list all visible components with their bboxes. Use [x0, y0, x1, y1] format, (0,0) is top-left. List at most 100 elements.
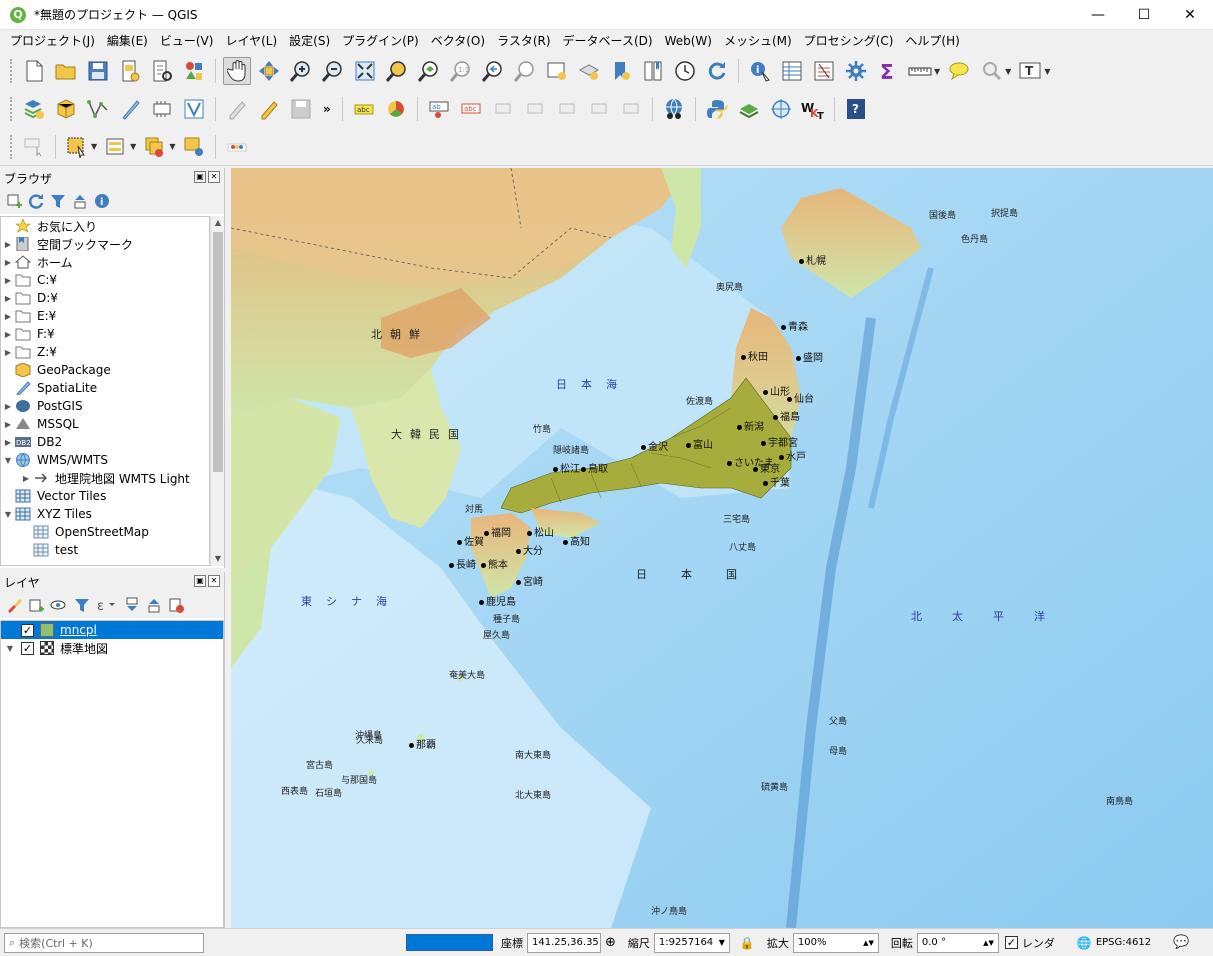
show-hide-labels-icon[interactable]: [521, 95, 549, 123]
deselect-features-icon[interactable]: [141, 133, 169, 161]
coordinate-field[interactable]: 141.25,36.35: [527, 932, 601, 953]
menu-vector[interactable]: ベクタ(O): [425, 30, 491, 52]
zoom-native-icon[interactable]: 1:1: [447, 57, 475, 85]
help-icon[interactable]: ?: [842, 95, 870, 123]
refresh-icon[interactable]: [703, 57, 731, 85]
measure-line-icon[interactable]: [906, 57, 934, 85]
float-panel-icon[interactable]: ▣: [194, 575, 206, 587]
browser-item[interactable]: ▶ PostGIS: [1, 397, 209, 415]
minimize-button[interactable]: —: [1075, 0, 1121, 30]
diagram-options-icon[interactable]: [382, 95, 410, 123]
browser-item[interactable]: ▶ ホーム: [1, 253, 209, 271]
menu-settings[interactable]: 設定(S): [283, 30, 336, 52]
select-by-value-icon[interactable]: [102, 133, 130, 161]
layer-row[interactable]: ▼ ✓ 標準地図: [1, 639, 223, 657]
expand-arrow-icon[interactable]: ▶: [1, 402, 15, 411]
new-bookmark-icon[interactable]: [607, 57, 635, 85]
highlight-pinned-labels-icon[interactable]: abc: [457, 95, 485, 123]
pan-map-icon[interactable]: [223, 57, 251, 85]
close-button[interactable]: ✕: [1167, 0, 1213, 30]
crs-globe-icon[interactable]: 🌐: [1077, 936, 1092, 950]
expand-arrow-icon[interactable]: ▼: [1, 644, 19, 653]
browser-item[interactable]: お気に入り: [1, 217, 209, 235]
select-location-icon[interactable]: [180, 133, 208, 161]
filter-icon[interactable]: [50, 193, 66, 209]
layer-row[interactable]: ✓ mncpl: [1, 621, 223, 639]
close-panel-icon[interactable]: ✕: [208, 575, 220, 587]
menu-web[interactable]: Web(W): [659, 30, 718, 52]
zoom-next-icon[interactable]: [511, 57, 539, 85]
expand-all-icon[interactable]: [124, 597, 140, 613]
browser-scrollbar[interactable]: ▲ ▼: [210, 216, 224, 566]
toolbar-grip[interactable]: [10, 134, 14, 159]
new-3d-map-view-icon[interactable]: [575, 57, 603, 85]
expand-arrow-icon[interactable]: ▶: [1, 438, 15, 447]
identify-features-icon[interactable]: i: [746, 57, 774, 85]
collapse-all-icon[interactable]: [72, 193, 88, 209]
scroll-thumb[interactable]: [213, 232, 223, 472]
layer-styling-icon[interactable]: [6, 597, 22, 613]
new-project-icon[interactable]: [20, 57, 48, 85]
move-label-icon[interactable]: [553, 95, 581, 123]
layout-manager-icon[interactable]: [148, 57, 176, 85]
scale-combobox[interactable]: 1:9257164 ▼: [653, 932, 730, 953]
layer-visibility-checkbox[interactable]: ✓: [21, 641, 34, 655]
digitize-icon[interactable]: [20, 133, 48, 161]
save-project-icon[interactable]: [84, 57, 112, 85]
mouse-coordinate-toggle-icon[interactable]: ⊕: [605, 935, 616, 950]
browser-item[interactable]: SpatiaLite: [1, 379, 209, 397]
browser-item[interactable]: ▶ 空間ブックマーク: [1, 235, 209, 253]
refresh-icon[interactable]: [28, 193, 44, 209]
manage-visibility-icon[interactable]: [50, 597, 68, 613]
add-layer-icon[interactable]: [6, 193, 22, 209]
new-print-layout-icon[interactable]: [116, 57, 144, 85]
quickmapservices-icon[interactable]: [660, 95, 688, 123]
map-canvas[interactable]: 北朝鮮 大韓民国 日本海 東シナ海 日本国 北太平洋 札幌 青森 秋田 盛岡 山…: [231, 168, 1213, 928]
spin-arrows-icon[interactable]: ▲▼: [863, 939, 874, 947]
toolbar-grip[interactable]: [10, 97, 14, 121]
menu-database[interactable]: データベース(D): [557, 30, 659, 52]
magnifier-spinbox[interactable]: 100% ▲▼: [792, 932, 879, 953]
float-panel-icon[interactable]: ▣: [194, 171, 206, 183]
layer-labeling-icon[interactable]: ab: [425, 95, 453, 123]
label-toolbar-icon[interactable]: abc: [350, 95, 378, 123]
colorize-icon[interactable]: [223, 133, 251, 161]
browser-item[interactable]: ▶ D:¥: [1, 289, 209, 307]
close-panel-icon[interactable]: ✕: [208, 171, 220, 183]
new-temporary-layer-icon[interactable]: [148, 95, 176, 123]
toolbar-grip[interactable]: [10, 59, 14, 83]
chevron-down-icon[interactable]: ▼: [1005, 67, 1011, 76]
browser-item[interactable]: ▼ XYZ Tiles: [1, 505, 209, 523]
spin-arrows-icon[interactable]: ▲▼: [983, 939, 994, 947]
expand-arrow-icon[interactable]: ▶: [1, 294, 15, 303]
georeferencer-icon[interactable]: [767, 95, 795, 123]
save-edits-icon[interactable]: [287, 95, 315, 123]
pan-to-selection-icon[interactable]: [255, 57, 283, 85]
menu-edit[interactable]: 編集(E): [101, 30, 154, 52]
remove-layer-icon[interactable]: [168, 597, 184, 613]
collapse-all-icon[interactable]: [146, 597, 162, 613]
processing-toolbox-icon[interactable]: [842, 57, 870, 85]
new-map-view-icon[interactable]: [543, 57, 571, 85]
expand-arrow-icon[interactable]: ▶: [1, 348, 15, 357]
filter-by-expression-icon[interactable]: ε: [96, 597, 118, 613]
info-icon[interactable]: i: [94, 193, 110, 209]
expand-arrow-icon[interactable]: ▶: [1, 276, 15, 285]
chevron-down-icon[interactable]: ▼: [169, 142, 175, 151]
python-console-icon[interactable]: [703, 95, 731, 123]
maximize-button[interactable]: ☐: [1121, 0, 1167, 30]
style-manager-icon[interactable]: [180, 57, 208, 85]
expand-arrow-icon[interactable]: ▶: [1, 258, 15, 267]
menu-mesh[interactable]: メッシュ(M): [718, 30, 798, 52]
menu-project[interactable]: プロジェクト(J): [4, 30, 101, 52]
statistical-summary-icon[interactable]: Σ: [874, 57, 902, 85]
expand-arrow-icon[interactable]: ▶: [19, 474, 33, 483]
chevron-down-icon[interactable]: ▼: [719, 938, 725, 947]
chevron-down-icon[interactable]: ▼: [934, 67, 940, 76]
crs-button[interactable]: EPSG:4612: [1096, 937, 1151, 948]
rotate-label-icon[interactable]: [585, 95, 613, 123]
zoom-in-icon[interactable]: [287, 57, 315, 85]
browser-item[interactable]: GeoPackage: [1, 361, 209, 379]
expand-arrow-icon[interactable]: ▶: [1, 330, 15, 339]
browser-item[interactable]: ▶ C:¥: [1, 271, 209, 289]
